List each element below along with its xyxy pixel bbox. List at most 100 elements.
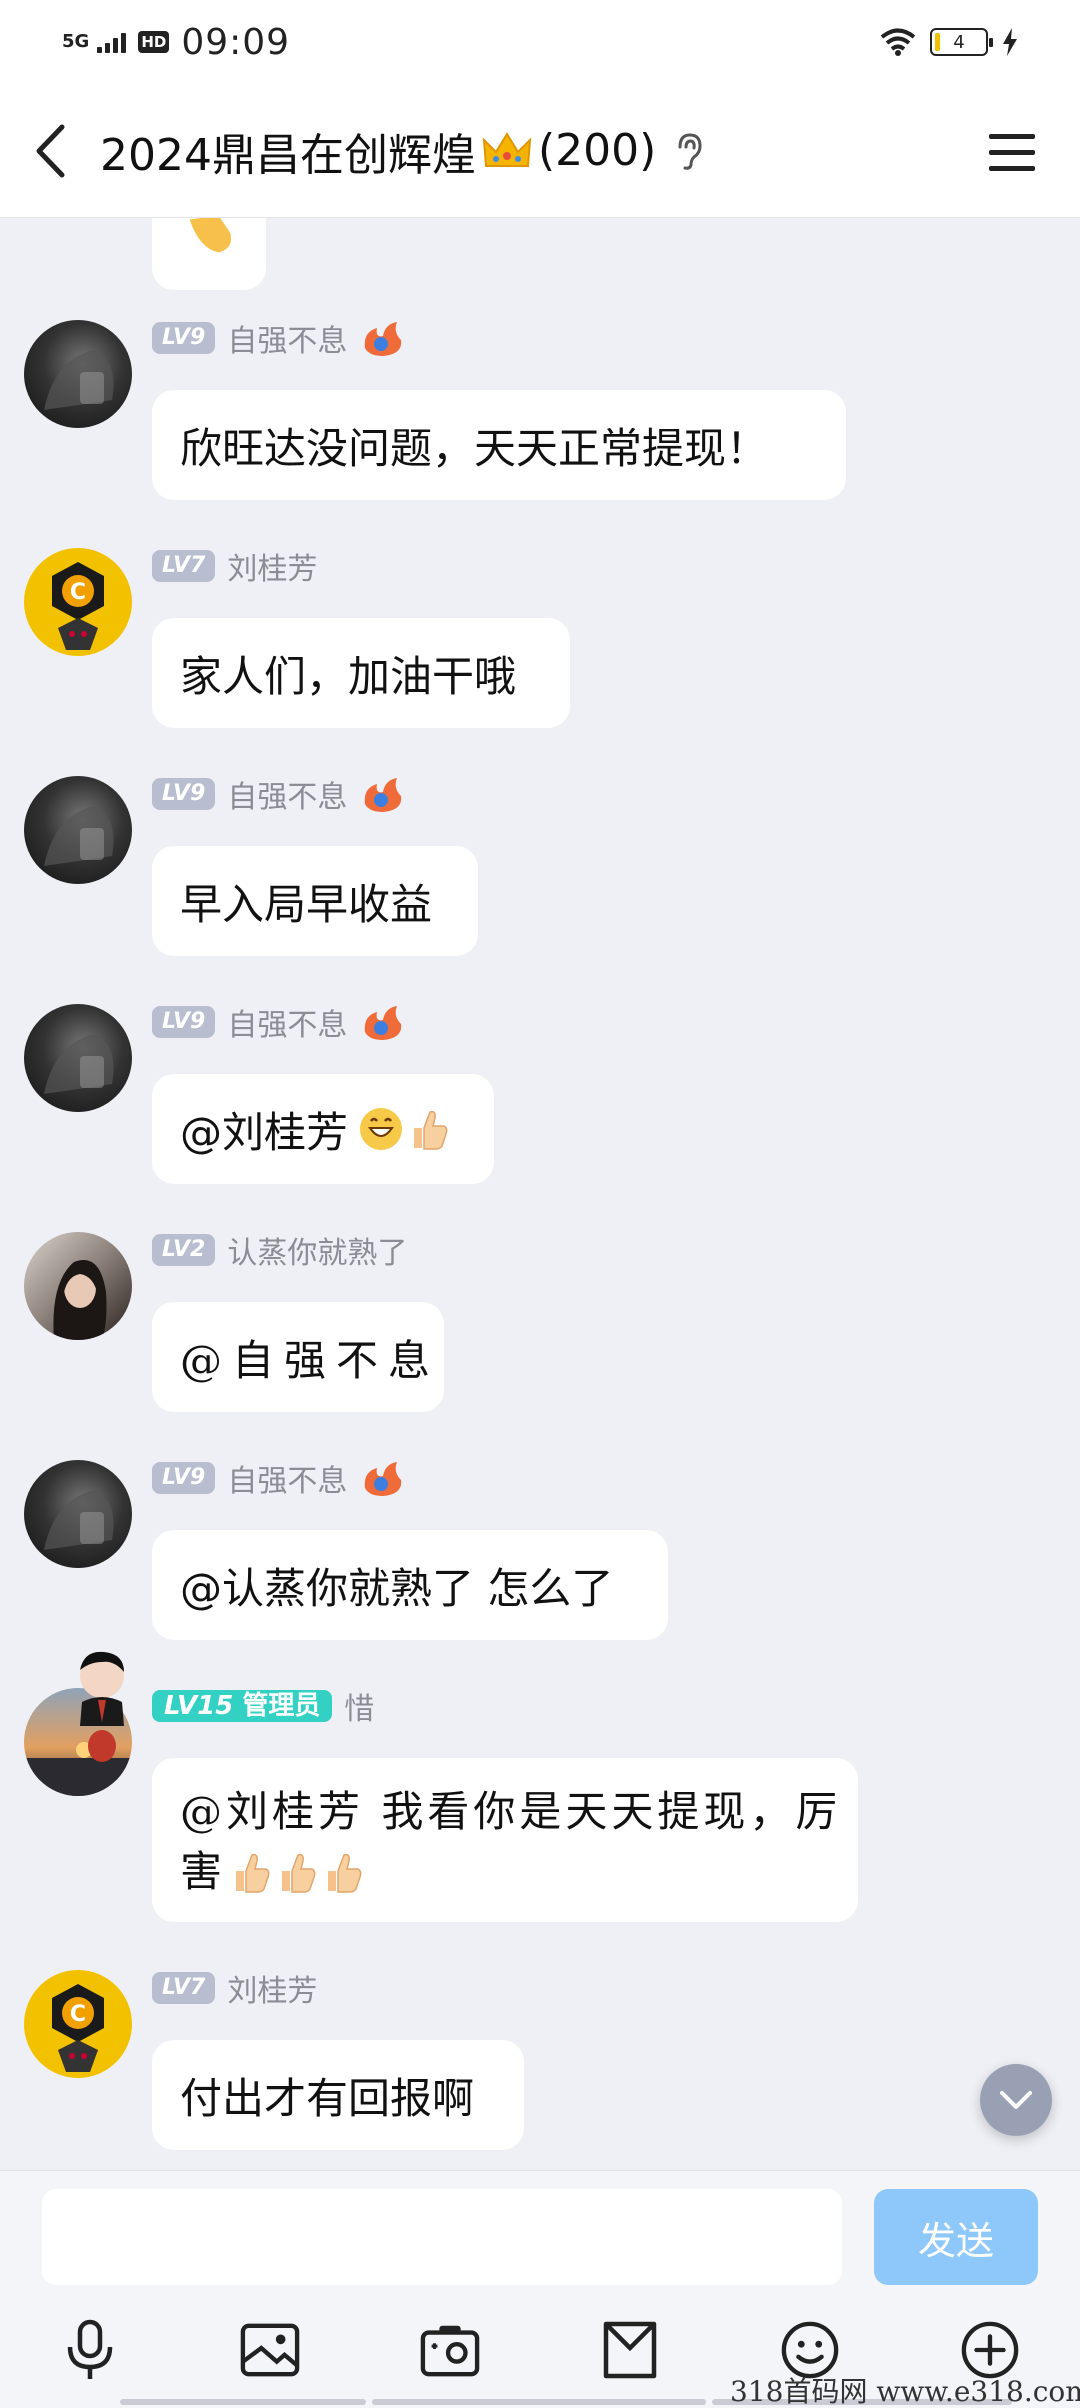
message-text-line2: 害 (180, 1847, 227, 1896)
status-left: 5G HD 09:09 (62, 22, 290, 63)
sender-name[interactable]: 惜 (344, 1684, 374, 1728)
admin-role: 管理员 (242, 1691, 321, 1721)
message-bubble[interactable]: @刘桂芳 (152, 1074, 494, 1184)
member-count: (200) (537, 125, 657, 176)
sender-name[interactable]: 自强不息 (227, 1456, 347, 1500)
ear-icon (678, 132, 702, 170)
menu-button[interactable] (984, 124, 1040, 180)
avatar[interactable] (24, 1232, 132, 1340)
message-bubble[interactable]: @认蒸你就熟了 怎么了 (152, 1530, 668, 1640)
avatar-image: C (52, 1984, 104, 2072)
clap-emoji-icon (189, 218, 231, 253)
wifi-icon (880, 28, 916, 56)
back-button[interactable] (0, 84, 100, 218)
avatar[interactable]: C (24, 1970, 132, 2078)
chat-header: 2024鼎昌在创辉煌 (200) (0, 84, 1080, 218)
level-badge: LV9 (152, 1462, 216, 1494)
avatar[interactable] (24, 1004, 132, 1112)
flame-badge-icon (365, 778, 402, 812)
message-input[interactable] (42, 2189, 842, 2285)
level-badge: LV15 (164, 1691, 234, 1721)
message-text: @刘桂芳 (180, 1107, 349, 1157)
flame-badge-icon (365, 322, 402, 356)
avatar[interactable] (24, 776, 132, 884)
camera-button[interactable] (420, 2317, 480, 2383)
avatar-image (44, 1490, 114, 1550)
hd-badge: HD (138, 31, 170, 53)
message-bubble[interactable]: @刘桂芳 我看你是天天提现，厉 害 (152, 1758, 858, 1922)
level-badge: LV9 (152, 778, 216, 810)
message-text: 欣旺达没问题，天天正常提现！ (180, 423, 769, 473)
message-bubble[interactable]: 欣旺达没问题，天天正常提现！ (152, 390, 846, 500)
message-text: 早入局早收益 (180, 879, 433, 929)
message-bubble[interactable]: 早入局早收益 (152, 846, 478, 956)
message-text: @认蒸你就熟了 怎么了 (180, 1563, 614, 1613)
flame-badge-icon (365, 1006, 402, 1040)
signal-icon (97, 31, 127, 53)
file-button[interactable] (600, 2317, 660, 2383)
battery-icon: 4 (930, 28, 993, 56)
network-type: 5G (62, 31, 90, 52)
avatar-image (44, 1034, 114, 1094)
message-bubble[interactable]: 家人们，加油干哦 (152, 618, 570, 728)
sender-meta: LV2 认蒸你就熟了 (152, 1232, 407, 1271)
sender-name[interactable]: 自强不息 (227, 1000, 347, 1044)
battery-level: 4 (953, 31, 965, 53)
avatar-image: C (52, 562, 104, 650)
avatar-frame-decoration (80, 1651, 124, 1762)
flame-badge-icon (365, 1462, 402, 1496)
sender-meta: LV9 自强不息 (152, 1004, 405, 1043)
thumbs-up-emoji-icon (414, 1110, 448, 1150)
chevron-left-icon (36, 124, 65, 177)
avatar-image (44, 806, 114, 866)
sender-name[interactable]: 自强不息 (227, 316, 347, 360)
svg-text:C: C (70, 2002, 86, 2027)
sender-meta: LV15 管理员 惜 (152, 1688, 374, 1727)
chat-message-list[interactable]: LV9 自强不息 欣旺达没问题，天天正常提现！ C LV7 刘桂芳 家人们，加油… (0, 218, 1080, 2170)
message-text: 家人们，加油干哦 (180, 651, 517, 701)
message-text: 付出才有回报啊 (180, 2073, 475, 2123)
avatar[interactable] (24, 1460, 132, 1568)
watermark: 318首码网 www.e318.com (730, 2375, 1080, 2408)
sender-name[interactable]: 自强不息 (227, 772, 347, 816)
level-admin-badge: LV15 管理员 (152, 1690, 333, 1722)
message-bubble[interactable]: @自强不息 (152, 1302, 444, 1412)
send-button[interactable]: 发送 (874, 2189, 1038, 2285)
avatar[interactable]: C (24, 548, 132, 656)
voice-button[interactable] (60, 2317, 120, 2383)
level-badge: LV9 (152, 1006, 216, 1038)
charging-icon (1003, 28, 1017, 56)
microphone-icon (67, 2319, 113, 2379)
message-bubble[interactable]: 付出才有回报啊 (152, 2040, 524, 2150)
level-badge: LV2 (152, 1234, 216, 1266)
sender-name[interactable]: 刘桂芳 (227, 544, 317, 588)
level-badge: LV7 (152, 1972, 216, 2004)
scroll-indicator (120, 2399, 366, 2405)
avatar-image (44, 350, 114, 410)
message-text: @自强不息 (180, 1335, 441, 1385)
message-text-line1: @刘桂芳 我看你是天天提现，厉 (180, 1787, 842, 1836)
status-right: 4 (880, 28, 1018, 56)
avatar-image (53, 1260, 107, 1340)
sender-name[interactable]: 刘桂芳 (227, 1966, 317, 2010)
sender-name[interactable]: 认蒸你就熟了 (227, 1228, 407, 1272)
sender-meta: LV9 自强不息 (152, 1460, 405, 1499)
scroll-to-bottom-button[interactable] (980, 2064, 1052, 2136)
thumbs-up-emoji-icon (282, 1853, 316, 1893)
grin-emoji-icon (360, 1108, 403, 1150)
message-bubble-partial (152, 218, 266, 290)
image-icon (240, 2323, 300, 2377)
clock: 09:09 (181, 21, 291, 63)
sender-meta: LV9 自强不息 (152, 776, 405, 815)
image-button[interactable] (240, 2317, 300, 2383)
file-icon (603, 2321, 657, 2379)
level-badge: LV7 (152, 550, 216, 582)
group-name: 2024鼎昌在创辉煌 (100, 129, 476, 181)
crown-icon (482, 131, 532, 167)
sender-meta: LV9 自强不息 (152, 320, 405, 359)
group-title[interactable]: 2024鼎昌在创辉煌 (200) (100, 119, 704, 183)
sender-meta: LV7 刘桂芳 (152, 548, 317, 587)
level-badge: LV9 (152, 322, 216, 354)
avatar[interactable] (24, 320, 132, 428)
sender-meta: LV7 刘桂芳 (152, 1970, 317, 2009)
